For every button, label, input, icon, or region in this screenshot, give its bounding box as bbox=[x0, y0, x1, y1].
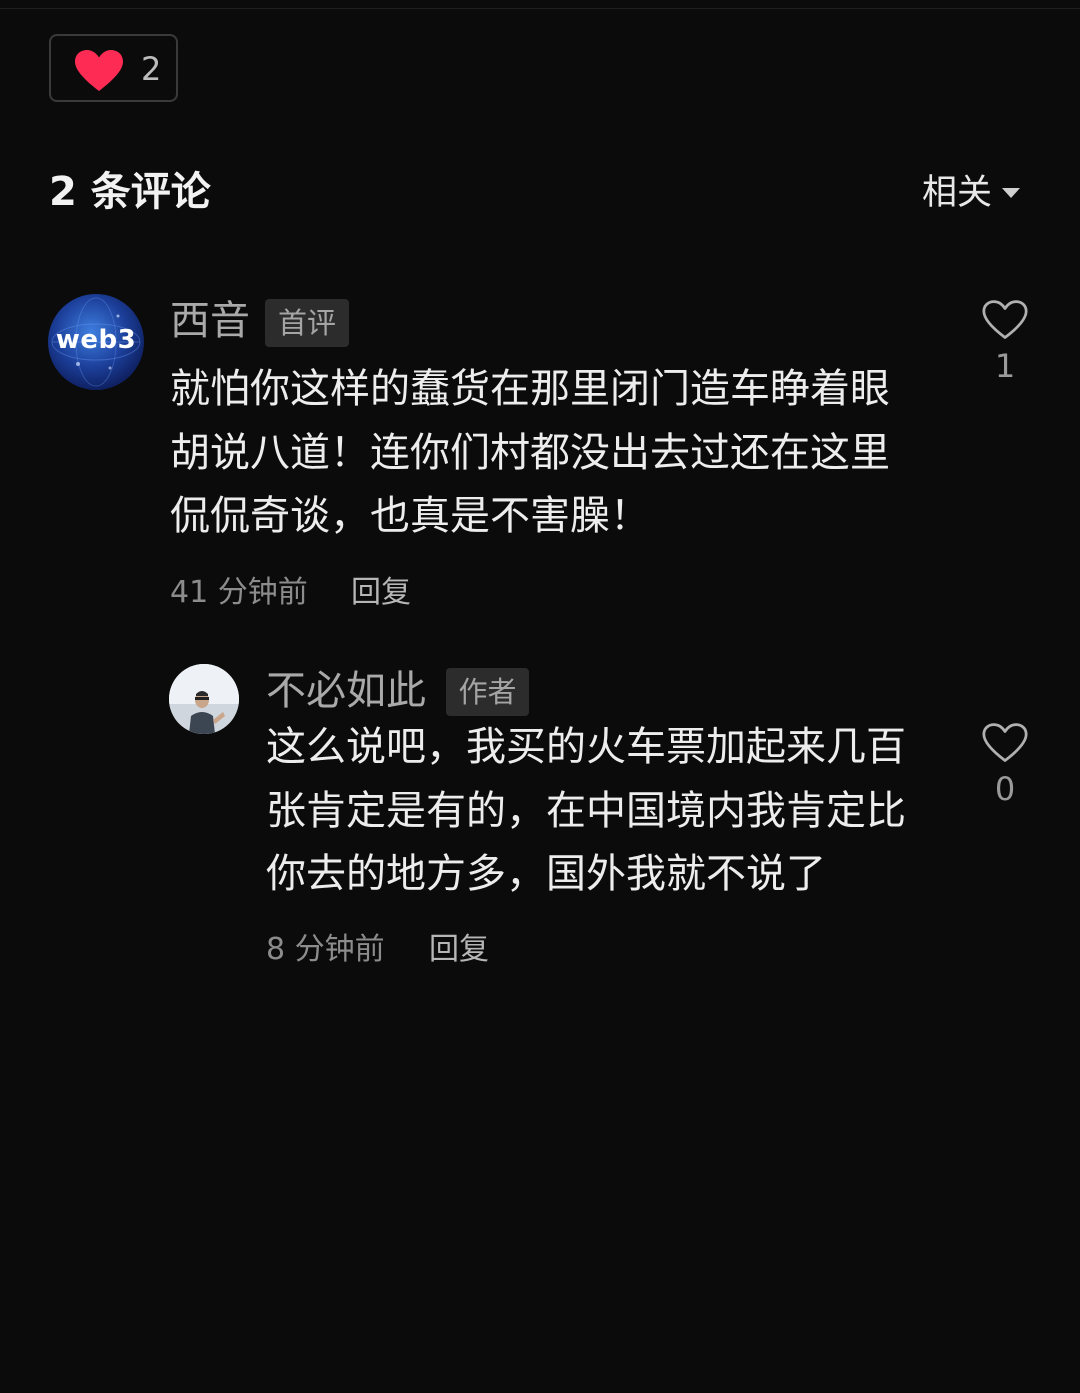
comment-like-button[interactable]: 1 bbox=[977, 299, 1033, 385]
comment-text: 就怕你这样的蠢货在那里闭门造车睁着眼 胡说八道！连你们村都没出去过还在这里 侃侃… bbox=[170, 358, 890, 549]
heart-filled-icon bbox=[75, 50, 123, 91]
comment-text: 这么说吧，我买的火车票加起来几百 张肯定是有的，在中国境内我肯定比 你去的地方多… bbox=[266, 716, 906, 907]
comment-line: 张肯定是有的，在中国境内我肯定比 bbox=[266, 787, 906, 834]
post-like-button[interactable]: 2 bbox=[49, 34, 178, 102]
caret-down-icon bbox=[1002, 188, 1021, 198]
avatar-label: web3 bbox=[55, 325, 137, 355]
top-divider bbox=[0, 8, 1080, 9]
avatar-photo bbox=[169, 664, 239, 734]
avatar[interactable]: web3 bbox=[48, 294, 144, 390]
author-badge: 作者 bbox=[446, 668, 529, 716]
reply-button[interactable]: 回复 bbox=[429, 932, 489, 968]
comment-timestamp: 41 分钟前 bbox=[170, 575, 308, 610]
heart-outline-icon bbox=[982, 723, 1028, 762]
avatar[interactable] bbox=[169, 664, 239, 734]
comment-line: 侃侃奇谈，也真是不害臊！ bbox=[170, 493, 650, 539]
comment-like-count: 1 bbox=[994, 347, 1016, 385]
first-comment-badge: 首评 bbox=[265, 299, 349, 347]
post-like-count: 2 bbox=[141, 50, 162, 88]
comments-count-title: 2 条评论 bbox=[49, 169, 211, 215]
comment-timestamp: 8 分钟前 bbox=[266, 932, 385, 967]
comment-line: 你去的地方多，国外我就不说了 bbox=[266, 851, 826, 897]
comment-like-button[interactable]: 0 bbox=[977, 722, 1033, 808]
comment-line: 这么说吧，我买的火车票加起来几百 bbox=[266, 724, 906, 770]
comment-line: 胡说八道！连你们村都没出去过还在这里 bbox=[170, 429, 890, 476]
reply-button[interactable]: 回复 bbox=[351, 575, 411, 611]
comment-line: 就怕你这样的蠢货在那里闭门造车睁着眼 bbox=[170, 366, 890, 412]
sort-label: 相关 bbox=[922, 173, 993, 213]
comment-username[interactable]: 不必如此 bbox=[266, 667, 426, 715]
comment-username[interactable]: 西音 bbox=[170, 297, 250, 345]
sort-dropdown[interactable]: 相关 bbox=[922, 170, 1021, 216]
heart-outline-icon bbox=[982, 300, 1028, 339]
comment-like-count: 0 bbox=[994, 770, 1016, 808]
